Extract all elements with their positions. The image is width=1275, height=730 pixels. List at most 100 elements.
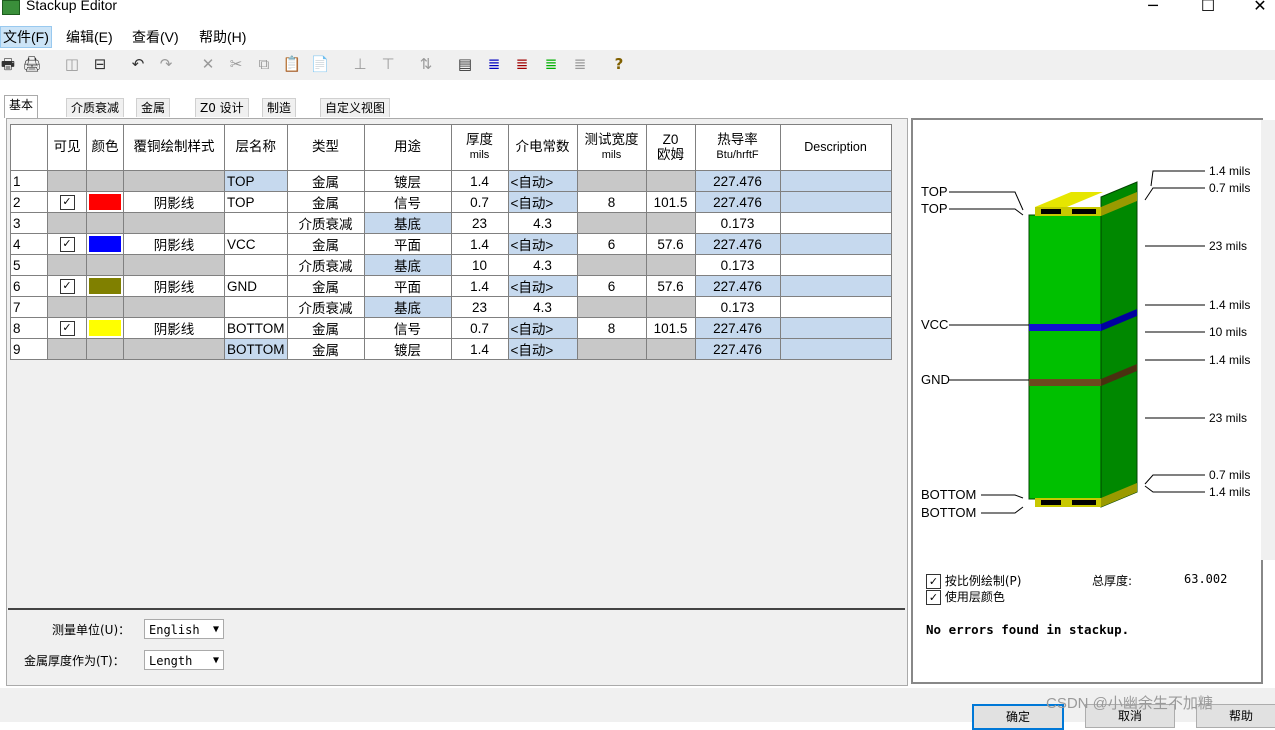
menu-file[interactable]: 文件(F) (0, 26, 52, 48)
visible-cell[interactable] (47, 170, 87, 192)
usage-cell[interactable]: 基底 (363, 212, 452, 234)
z0-cell[interactable]: 101.5 (645, 191, 696, 213)
test-width-cell[interactable]: 6 (576, 233, 647, 255)
type-cell[interactable]: 金属 (286, 275, 365, 297)
layer-stack-icon[interactable]: ▤ (455, 54, 475, 74)
paste-icon[interactable]: 📋 (282, 54, 302, 74)
z0-cell[interactable] (645, 254, 696, 276)
measure-unit-select[interactable]: English ▼ (144, 619, 224, 639)
type-cell[interactable]: 金属 (286, 317, 365, 339)
usage-cell[interactable]: 基底 (363, 254, 452, 276)
insert-below-icon[interactable]: ⊤ (378, 54, 398, 74)
z0-cell[interactable] (645, 170, 696, 192)
z0-cell[interactable]: 57.6 (645, 233, 696, 255)
header-type[interactable]: 类型 (286, 124, 365, 171)
maximize-button[interactable]: ☐ (1188, 0, 1228, 16)
copper-style-cell[interactable] (123, 338, 225, 360)
color-cell[interactable] (86, 275, 124, 297)
tab-basic[interactable]: 基本 (4, 95, 39, 118)
description-cell[interactable] (779, 317, 892, 339)
z0-cell[interactable] (645, 296, 696, 318)
color-swatch[interactable] (89, 320, 121, 337)
thermal-cell[interactable]: 227.476 (694, 191, 781, 213)
dielectric-constant-cell[interactable]: <自动> (507, 317, 578, 339)
row-number-cell[interactable]: 9 (10, 338, 48, 360)
description-cell[interactable] (779, 296, 892, 318)
layer-name-cell[interactable] (224, 296, 288, 318)
table-row[interactable]: 4 ✓ 阴影线 VCC 金属 平面 1.4 <自动> 6 57.6 227.476 (10, 233, 892, 255)
thermal-cell[interactable]: 227.476 (694, 338, 781, 360)
redo-icon[interactable]: ↷ (156, 54, 176, 74)
z0-cell[interactable]: 101.5 (645, 317, 696, 339)
copper-style-cell[interactable]: 阴影线 (123, 191, 225, 213)
color-swatch[interactable] (89, 194, 121, 211)
row-number-cell[interactable]: 4 (10, 233, 48, 255)
visible-cell[interactable] (47, 338, 87, 360)
dielectric-constant-cell[interactable]: <自动> (507, 275, 578, 297)
copper-style-cell[interactable] (123, 212, 225, 234)
copper-style-cell[interactable] (123, 170, 225, 192)
layer-name-cell[interactable]: GND (224, 275, 288, 297)
visible-cell[interactable]: ✓ (47, 191, 87, 213)
help-icon[interactable]: ? (609, 54, 629, 74)
close-button[interactable]: ✕ (1240, 0, 1275, 16)
test-width-cell[interactable]: 8 (576, 317, 647, 339)
usage-cell[interactable]: 信号 (363, 191, 452, 213)
thickness-cell[interactable]: 1.4 (450, 275, 509, 297)
thermal-cell[interactable]: 227.476 (694, 170, 781, 192)
thermal-cell[interactable]: 0.173 (694, 212, 781, 234)
dielectric-constant-cell[interactable]: 4.3 (507, 254, 578, 276)
thickness-cell[interactable]: 10 (450, 254, 509, 276)
row-number-cell[interactable]: 6 (10, 275, 48, 297)
layer-name-cell[interactable] (224, 212, 288, 234)
type-cell[interactable]: 介质衰减 (286, 296, 365, 318)
copper-style-cell[interactable]: 阴影线 (123, 317, 225, 339)
table-row[interactable]: 1 TOP 金属 镀层 1.4 <自动> 227.476 (10, 170, 892, 192)
description-cell[interactable] (779, 275, 892, 297)
usage-cell[interactable]: 基底 (363, 296, 452, 318)
dielectric-constant-cell[interactable]: <自动> (507, 338, 578, 360)
menu-view[interactable]: 查看(V) (130, 27, 181, 47)
thermal-cell[interactable]: 227.476 (694, 233, 781, 255)
thermal-cell[interactable]: 227.476 (694, 317, 781, 339)
visible-checkbox[interactable]: ✓ (59, 320, 75, 336)
layer-name-cell[interactable]: BOTTOM (224, 338, 288, 360)
visible-cell[interactable]: ✓ (47, 233, 87, 255)
copper-style-cell[interactable]: 阴影线 (123, 275, 225, 297)
paste-special-icon[interactable]: 📄 (310, 54, 330, 74)
header-color[interactable]: 颜色 (86, 124, 124, 171)
type-cell[interactable]: 金属 (286, 338, 365, 360)
menu-help[interactable]: 帮助(H) (197, 27, 248, 47)
test-width-cell[interactable]: 8 (576, 191, 647, 213)
description-cell[interactable] (779, 338, 892, 360)
visible-cell[interactable]: ✓ (47, 317, 87, 339)
test-width-cell[interactable] (576, 254, 647, 276)
thickness-cell[interactable]: 23 (450, 212, 509, 234)
dielectric-constant-cell[interactable]: <自动> (507, 170, 578, 192)
color-cell[interactable] (86, 338, 124, 360)
header-thickness[interactable]: 厚度 mils (450, 124, 509, 171)
thermal-cell[interactable]: 227.476 (694, 275, 781, 297)
layer-name-cell[interactable] (224, 254, 288, 276)
header-layer-name[interactable]: 层名称 (224, 124, 288, 171)
visible-cell[interactable] (47, 212, 87, 234)
table-row[interactable]: 3 介质衰减 基底 23 4.3 0.173 (10, 212, 892, 234)
tab-dielectric[interactable]: 介质衰减 (66, 98, 125, 117)
split-vertical-icon[interactable]: ◫ (62, 54, 82, 74)
layer-name-cell[interactable]: BOTTOM (224, 317, 288, 339)
header-dielectric-constant[interactable]: 介电常数 (507, 124, 578, 171)
thickness-cell[interactable]: 0.7 (450, 317, 509, 339)
color-cell[interactable] (86, 212, 124, 234)
lines-green-icon[interactable]: ≣ (541, 54, 561, 74)
description-cell[interactable] (779, 191, 892, 213)
dielectric-constant-cell[interactable]: 4.3 (507, 296, 578, 318)
thickness-cell[interactable]: 1.4 (450, 170, 509, 192)
description-cell[interactable] (779, 254, 892, 276)
tab-z0-design[interactable]: Z0 设计 (195, 98, 249, 117)
row-number-cell[interactable]: 2 (10, 191, 48, 213)
color-swatch[interactable] (89, 278, 121, 295)
layer-name-cell[interactable]: TOP (224, 191, 288, 213)
description-cell[interactable] (779, 170, 892, 192)
copper-style-cell[interactable] (123, 254, 225, 276)
header-test-width[interactable]: 测试宽度 mils (576, 124, 647, 171)
